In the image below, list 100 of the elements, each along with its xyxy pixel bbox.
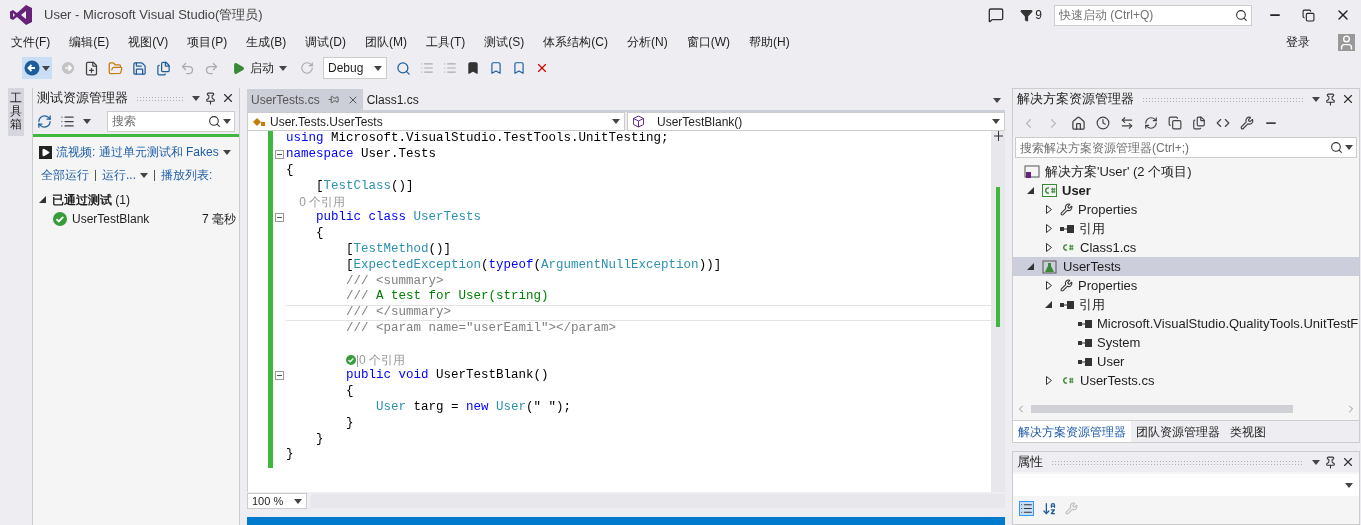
collapse-icon[interactable] bbox=[275, 150, 284, 160]
menu-item[interactable]: 测试(S) bbox=[477, 33, 532, 51]
restore-icon[interactable] bbox=[1302, 8, 1315, 22]
sort-alphabetical-icon[interactable] bbox=[1042, 500, 1057, 516]
new-file-icon[interactable] bbox=[84, 60, 99, 76]
sign-in-link[interactable]: 登录 bbox=[1286, 33, 1310, 51]
expanded-arrow-icon[interactable] bbox=[1027, 187, 1034, 194]
menu-item[interactable]: 生成(B) bbox=[239, 33, 294, 51]
panel-menu-caret-icon[interactable] bbox=[1312, 459, 1320, 465]
menu-item[interactable]: 体系结构(C) bbox=[536, 33, 615, 51]
dropdown-caret-icon[interactable] bbox=[1345, 145, 1353, 150]
start-button[interactable]: 启动 bbox=[228, 57, 291, 79]
dropdown-caret-icon[interactable] bbox=[992, 119, 1000, 124]
test-item[interactable]: UserTestBlank 7 毫秒 bbox=[33, 209, 239, 228]
feedback-icon[interactable] bbox=[988, 7, 1005, 23]
tree-item[interactable]: UserTests.cs bbox=[1013, 371, 1359, 390]
dropdown-caret-icon[interactable] bbox=[222, 149, 231, 155]
editor-tab[interactable]: Class1.cs bbox=[362, 89, 423, 110]
menu-item[interactable]: 文件(F) bbox=[4, 33, 58, 51]
zoom-dropdown[interactable]: 100 % bbox=[247, 493, 307, 509]
expanded-arrow-icon[interactable] bbox=[39, 196, 46, 203]
pin-icon[interactable] bbox=[204, 91, 217, 105]
group-list-icon[interactable] bbox=[60, 113, 75, 129]
menu-item[interactable]: 团队(M) bbox=[358, 33, 414, 51]
folder-icon[interactable] bbox=[108, 60, 123, 76]
sync-icon[interactable] bbox=[1120, 116, 1134, 130]
collapsed-arrow-icon[interactable] bbox=[1045, 376, 1052, 385]
action-link[interactable]: 全部运行 bbox=[41, 166, 89, 184]
pin-icon[interactable] bbox=[1324, 92, 1337, 106]
collapse-all-icon[interactable] bbox=[1168, 116, 1182, 130]
action-link[interactable]: 运行... bbox=[102, 166, 148, 184]
back-button[interactable] bbox=[22, 57, 52, 79]
menu-item[interactable]: 调试(D) bbox=[298, 33, 353, 51]
tree-item[interactable]: 解决方案'User' (2 个项目) bbox=[1013, 162, 1359, 181]
video-link[interactable]: 流视频: 通过单元测试和 Fakes bbox=[56, 143, 219, 161]
solution-search-field[interactable]: 搜索解决方案资源管理器(Ctrl+;) bbox=[1015, 137, 1357, 158]
clear-bookmark-icon[interactable] bbox=[535, 61, 549, 75]
clock-icon[interactable] bbox=[1096, 116, 1110, 130]
dropdown-caret-icon[interactable] bbox=[374, 65, 382, 71]
panel-tab[interactable]: 类视图 bbox=[1225, 421, 1271, 442]
show-files-icon[interactable] bbox=[1192, 116, 1206, 130]
menu-item[interactable]: 分析(N) bbox=[620, 33, 675, 51]
dropdown-caret-icon[interactable] bbox=[1345, 482, 1353, 488]
expanded-arrow-icon[interactable] bbox=[1045, 301, 1052, 308]
menu-item[interactable]: 帮助(H) bbox=[742, 33, 797, 51]
dropdown-caret-icon[interactable] bbox=[83, 118, 91, 124]
bookmark-icon[interactable] bbox=[512, 61, 526, 75]
tree-item[interactable]: User bbox=[1013, 181, 1359, 200]
quick-launch-field[interactable]: 快速启动 (Ctrl+Q) bbox=[1054, 4, 1252, 26]
horizontal-scrollbar-thumb[interactable] bbox=[1031, 405, 1293, 413]
dropdown-caret-icon[interactable] bbox=[42, 65, 50, 71]
menu-item[interactable]: 工具(T) bbox=[419, 33, 473, 51]
tree-item[interactable]: Class1.cs bbox=[1013, 238, 1359, 257]
save-all-icon[interactable] bbox=[156, 60, 171, 76]
categorized-icon[interactable] bbox=[1019, 500, 1034, 516]
pin-icon[interactable] bbox=[1324, 455, 1337, 469]
menu-item[interactable]: 编辑(E) bbox=[62, 33, 117, 51]
menu-item[interactable]: 窗口(W) bbox=[679, 33, 737, 51]
panel-tab[interactable]: 团队资源管理器 bbox=[1131, 421, 1225, 442]
collapsed-arrow-icon[interactable] bbox=[1045, 224, 1052, 233]
collapsed-arrow-icon[interactable] bbox=[1045, 281, 1052, 290]
dropdown-caret-icon[interactable] bbox=[294, 498, 302, 504]
panel-menu-caret-icon[interactable] bbox=[192, 95, 200, 101]
tree-item[interactable]: Microsoft.VisualStudio.QualityTools.UnitTestF bbox=[1013, 314, 1359, 333]
tab-list-caret-icon[interactable] bbox=[993, 98, 1001, 103]
expanded-arrow-icon[interactable] bbox=[1027, 263, 1034, 270]
wrench-icon[interactable] bbox=[1240, 116, 1254, 130]
refresh-icon[interactable] bbox=[1144, 116, 1158, 130]
panel-tab[interactable]: 解决方案资源管理器 bbox=[1013, 421, 1131, 442]
find-icon[interactable] bbox=[396, 60, 411, 76]
bookmark-icon[interactable] bbox=[489, 61, 503, 75]
dropdown-caret-icon[interactable] bbox=[279, 65, 287, 71]
tree-item[interactable]: Properties bbox=[1013, 200, 1359, 219]
search-icon[interactable] bbox=[208, 114, 221, 128]
search-icon[interactable] bbox=[1330, 141, 1343, 154]
tree-item[interactable]: User bbox=[1013, 352, 1359, 371]
panel-menu-caret-icon[interactable] bbox=[1312, 96, 1320, 102]
tree-item[interactable]: 引用 bbox=[1013, 295, 1359, 314]
bookmark-icon[interactable] bbox=[466, 61, 480, 75]
configuration-dropdown[interactable]: Debug bbox=[323, 57, 387, 79]
dropdown-caret-icon[interactable] bbox=[223, 118, 231, 124]
tree-item[interactable]: 引用 bbox=[1013, 219, 1359, 238]
tree-item[interactable]: System bbox=[1013, 333, 1359, 352]
menu-item[interactable]: 视图(V) bbox=[121, 33, 176, 51]
close-icon[interactable] bbox=[221, 91, 235, 105]
code-icon[interactable] bbox=[1216, 116, 1230, 130]
collapse-icon[interactable] bbox=[275, 213, 284, 223]
menu-item[interactable]: 项目(P) bbox=[180, 33, 235, 51]
dropdown-caret-icon[interactable] bbox=[140, 172, 148, 178]
member-dropdown[interactable]: UserTestBlank() bbox=[627, 112, 1005, 131]
action-link[interactable]: 播放列表: bbox=[161, 166, 213, 184]
collapsed-arrow-icon[interactable] bbox=[1045, 243, 1052, 252]
run-icon[interactable] bbox=[37, 113, 52, 129]
type-dropdown[interactable]: User.Tests.UserTests bbox=[247, 112, 625, 131]
tree-item[interactable]: UserTests bbox=[1013, 257, 1359, 276]
split-icon[interactable] bbox=[993, 131, 1003, 141]
tree-item[interactable]: Properties bbox=[1013, 276, 1359, 295]
close-icon[interactable] bbox=[1341, 92, 1355, 106]
dropdown-caret-icon[interactable] bbox=[612, 119, 620, 124]
collapse-icon[interactable] bbox=[275, 371, 284, 381]
